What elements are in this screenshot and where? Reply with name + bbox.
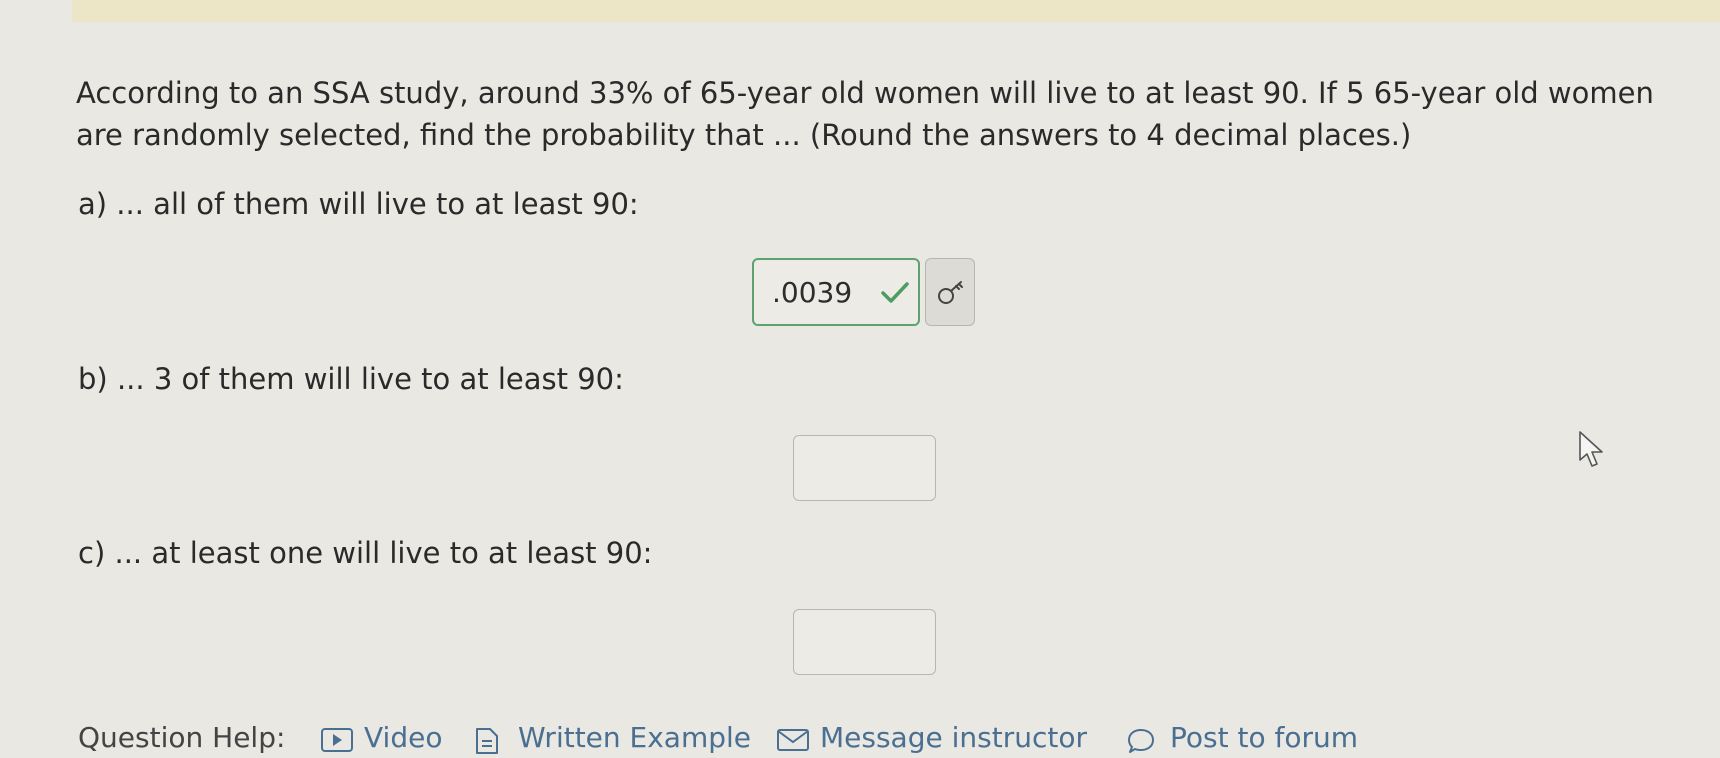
part-b-label: b) ... 3 of them will live to at least 9… <box>78 362 624 396</box>
part-a-label: a) ... all of them will live to at least… <box>78 187 639 221</box>
answer-a-value: .0039 <box>772 276 853 309</box>
message-instructor-label: Message instructor <box>820 721 1087 754</box>
answer-a-field[interactable]: .0039 <box>752 258 920 326</box>
question-help-label: Question Help: <box>78 721 286 754</box>
mouse-cursor-icon <box>1579 431 1603 467</box>
question-text: According to an SSA study, around 33% of… <box>76 76 1654 152</box>
video-icon <box>321 728 353 752</box>
speech-bubble-icon <box>1128 729 1154 753</box>
written-example-label: Written Example <box>518 721 752 754</box>
key-icon <box>938 281 963 304</box>
check-icon <box>881 282 909 303</box>
document-icon <box>476 728 498 754</box>
answer-c-field[interactable] <box>793 609 936 675</box>
key-button[interactable] <box>925 258 975 326</box>
envelope-icon <box>777 729 809 751</box>
part-c-label: c) ... at least one will live to at leas… <box>78 536 653 570</box>
answer-b-field[interactable] <box>793 435 936 501</box>
video-label: Video <box>364 721 443 754</box>
top-banner <box>72 0 1720 22</box>
post-to-forum-label: Post to forum <box>1170 721 1359 754</box>
